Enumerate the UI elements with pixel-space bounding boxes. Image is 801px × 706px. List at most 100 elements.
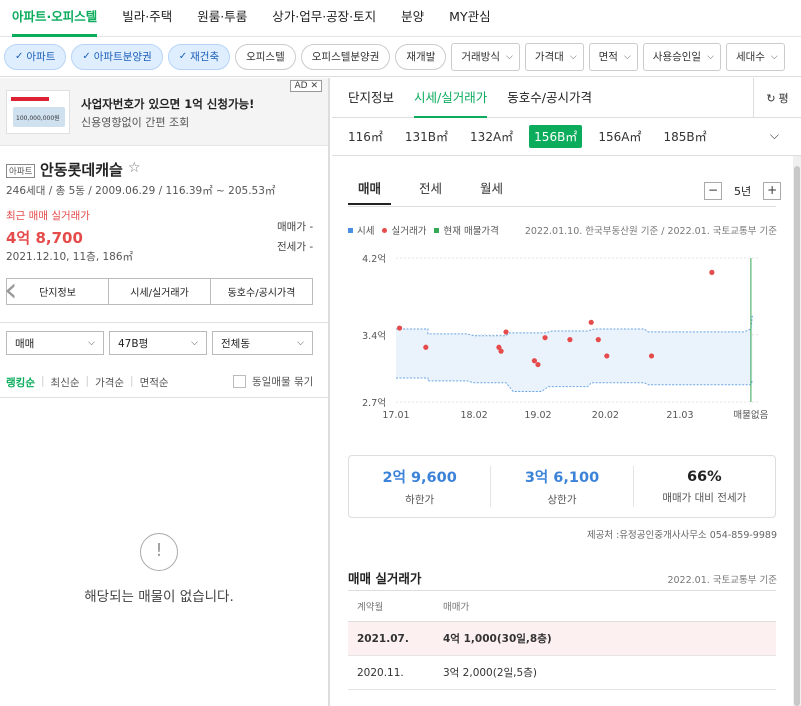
trade-point	[535, 361, 541, 368]
chevron-down-icon: ⌵	[191, 338, 198, 348]
size-tab[interactable]: 131B㎡	[405, 128, 448, 145]
scrollbar-thumb[interactable]	[794, 166, 800, 706]
size-tabs: 116㎡ 131B㎡ 132A㎡ 156B㎡ 156A㎡ 185B㎡ ⌵	[332, 118, 801, 156]
tab-villa-house[interactable]: 빌라·주택	[122, 0, 172, 37]
sort-area[interactable]: 면적순	[140, 375, 169, 390]
recent-trade-price: 4억 8,700	[6, 229, 83, 247]
price-trade-button[interactable]: 시세/실거래가	[109, 279, 211, 304]
period-control: − 5년 +	[704, 182, 782, 200]
price-chart: 4.2억 3.4억 2.7억17.01 18.02 19.02 20.02 21.03 매물없…	[362, 253, 768, 421]
size-select[interactable]: 47B평 ⌵	[109, 331, 207, 355]
dropdown-trade-type[interactable]: 거래방식 ⌵	[451, 42, 520, 71]
trade-point	[498, 348, 504, 354]
chevron-down-icon: ⌵	[569, 51, 577, 62]
sort-options: 랭킹순 | 최신순 | 가격순 | 면적순	[6, 375, 169, 390]
complex-button-group: 단지정보 시세/실거래가 동호수/공시가격	[6, 278, 313, 305]
tab-oneroom-tworoom[interactable]: 원룸·투룸	[197, 0, 247, 37]
stat-jeonse-ratio: 66% 매매가 대비 전세가	[662, 468, 747, 504]
chevron-down-icon: ⌵	[88, 338, 95, 348]
dropdown-approval-date[interactable]: 사용승인일 ⌵	[642, 42, 721, 71]
filter-chip-reconstruction[interactable]: ✓ 재건축	[167, 43, 231, 70]
y-tick-label: 4.2억	[362, 253, 386, 265]
chevron-down-icon: ⌵	[297, 338, 304, 348]
chevron-down-icon: ⌵	[506, 51, 513, 62]
filter-chip-officetel-presale-right[interactable]: 오피스텔분양권	[300, 43, 391, 70]
tab-unit-public-price[interactable]: 동호수/공시가격	[507, 78, 592, 118]
trade-history-basis: 2022.01. 국토교통부 기준	[667, 575, 777, 586]
x-tick-label: 21.03	[666, 410, 693, 421]
stat-upper-price: 3억 6,100 상한가	[491, 466, 634, 507]
chevron-down-icon[interactable]: ⌵	[770, 128, 779, 143]
check-icon: ✓	[178, 51, 188, 62]
deal-tab-jeonse[interactable]: 전세	[409, 178, 452, 205]
complex-info-button[interactable]: 단지정보	[7, 279, 109, 304]
exclamation-icon: !	[140, 533, 178, 571]
dropdown-area[interactable]: 면적 ⌵	[588, 42, 638, 71]
sort-ranking[interactable]: 랭킹순	[6, 375, 35, 390]
legend-swatch-green	[434, 227, 440, 233]
period-minus-button[interactable]: −	[704, 182, 722, 200]
sale-price-label: 매매가 -	[277, 221, 314, 233]
group-same-listing-checkbox[interactable]: 동일매물 묶기	[233, 374, 313, 389]
filter-chip-apartment-presale-right[interactable]: ✓ 아파트분양권	[71, 43, 163, 70]
filter-chip-apartment[interactable]: ✓ 아파트	[4, 43, 67, 70]
size-tab[interactable]: 156A㎡	[598, 128, 641, 145]
tab-commercial[interactable]: 상가·업무·공장·토지	[272, 0, 376, 37]
scrollbar[interactable]	[793, 156, 801, 706]
tab-apartment-officetel[interactable]: 아파트·오피스텔	[12, 0, 98, 37]
check-icon: ✓	[82, 51, 91, 62]
chevron-down-icon: ⌵	[707, 51, 714, 62]
dropdown-price-range[interactable]: 가격대 ⌵	[524, 42, 584, 71]
trade-history-table: 계약월 매매가 2021.07. 4억 1,000(30일,8층) 2020.1…	[348, 590, 776, 690]
star-icon[interactable]: ☆	[128, 160, 141, 176]
x-tick-label: 20.02	[592, 410, 619, 421]
close-icon[interactable]: ✕	[310, 81, 318, 91]
dropdown-household-count[interactable]: 세대수 ⌵	[725, 42, 785, 71]
chart-legend: 시세 실거래가 현재 매물가격	[348, 223, 507, 237]
size-tab[interactable]: 132A㎡	[470, 128, 513, 145]
deal-tab-monthly[interactable]: 월세	[470, 178, 513, 205]
chevron-left-icon[interactable]: ‹	[4, 270, 18, 310]
divider	[0, 322, 328, 323]
tab-complex-info[interactable]: 단지정보	[348, 78, 394, 118]
filter-chip-redevelopment[interactable]: 재개발	[395, 43, 447, 70]
size-tab[interactable]: 185B㎡	[663, 128, 706, 145]
empty-message: 해당되는 매물이 없습니다.	[84, 589, 234, 605]
tab-presale[interactable]: 분양	[401, 0, 424, 37]
right-panel: 단지정보 시세/실거래가 동호수/공시가격 ↻ 평 116㎡ 131B㎡ 132A…	[332, 78, 801, 706]
divider	[0, 397, 328, 398]
filter-bar: ✓ 아파트 ✓ 아파트분양권 ✓ 재건축 오피스텔 오피스텔분양권 재개발 거래방식 ⌵…	[0, 37, 801, 77]
market-price-band	[396, 315, 753, 392]
divider	[348, 206, 776, 207]
y-tick-label: 2.7억	[362, 397, 386, 409]
dong-select[interactable]: 전체동 ⌵	[212, 331, 313, 355]
complex-name: 안동롯데캐슬	[40, 161, 123, 179]
legend-item-listing: 현재 매물가격	[434, 223, 499, 237]
sort-price[interactable]: 가격순	[95, 375, 124, 390]
trade-point	[604, 353, 610, 359]
tab-price-trade[interactable]: 시세/실거래가	[414, 78, 488, 118]
tab-my-interest[interactable]: MY관심	[449, 0, 490, 37]
unit-public-price-button[interactable]: 동호수/공시가격	[211, 279, 312, 304]
y-tick-label: 3.4억	[362, 330, 386, 342]
unit-toggle-button[interactable]: ↻ 평	[753, 78, 801, 118]
checkbox-icon[interactable]	[233, 375, 246, 388]
stat-lower-price: 2억 9,600 하한가	[349, 466, 492, 507]
check-icon: ✓	[15, 51, 24, 62]
trade-type-select[interactable]: 매매 ⌵	[6, 331, 104, 355]
jeonse-price-label: 전세가 -	[277, 241, 314, 253]
size-tab[interactable]: 116㎡	[348, 128, 383, 145]
x-tick-label: 17.01	[382, 410, 409, 421]
period-plus-button[interactable]: +	[763, 182, 782, 200]
trade-point	[396, 325, 403, 331]
ad-tag[interactable]: AD ✕	[290, 80, 322, 92]
x-tick-label: 18.02	[460, 410, 487, 421]
price-stats: 2억 9,600 하한가 3억 6,100 상한가 66% 매매가 대비 전세가	[348, 455, 776, 518]
ad-title: 사업자번호가 있으면 1억 신청가능!	[81, 97, 255, 111]
deal-tab-sale[interactable]: 매매	[348, 178, 392, 205]
filter-chip-officetel[interactable]: 오피스텔	[235, 43, 296, 70]
sort-latest[interactable]: 최신순	[51, 375, 80, 390]
size-tab-selected[interactable]: 156B㎡	[529, 125, 583, 148]
trade-point	[503, 329, 509, 335]
ad-banner[interactable]: 100,000,000원 사업자번호가 있으면 1억 신청가능! 신용영향없이 …	[0, 78, 328, 146]
